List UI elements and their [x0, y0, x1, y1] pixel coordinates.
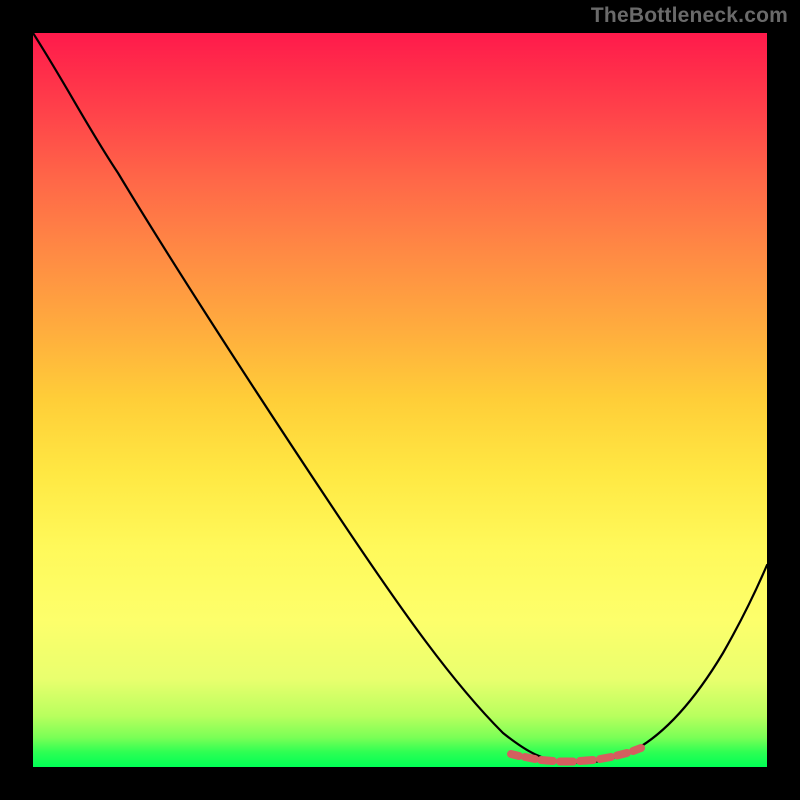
chart-frame: TheBottleneck.com [0, 0, 800, 800]
valley-markers [511, 748, 641, 762]
chart-plot-area [33, 33, 767, 767]
watermark-text: TheBottleneck.com [591, 4, 788, 28]
bottleneck-curve [33, 33, 767, 763]
chart-svg [33, 33, 767, 767]
